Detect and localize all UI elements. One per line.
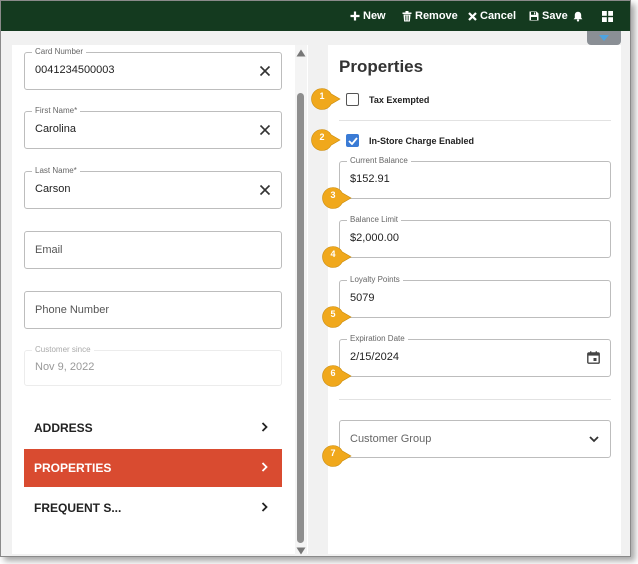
new-button[interactable]: New [350, 8, 386, 24]
first-name-label: First Name* [32, 106, 81, 116]
cancel-label: Cancel [480, 10, 517, 22]
clear-icon[interactable] [259, 184, 271, 196]
bell-icon [573, 11, 583, 22]
callout-marker: 1 [311, 88, 341, 110]
callout-marker: 3 [322, 187, 352, 209]
first-name-field[interactable]: First Name* Carolina [24, 106, 282, 149]
balance-limit-value: $2,000.00 [350, 232, 399, 244]
plus-icon [350, 11, 360, 21]
card-number-label: Card Number [32, 47, 87, 57]
scroll-down-icon[interactable] [296, 547, 306, 555]
balance-limit-field[interactable]: Balance Limit $2,000.00 [339, 215, 611, 258]
callout-number: 7 [330, 448, 336, 458]
chevron-right-icon [261, 462, 268, 472]
divider [339, 399, 611, 400]
callout-marker: 4 [322, 246, 352, 268]
new-label: New [363, 10, 386, 22]
save-button[interactable]: Save [529, 8, 568, 24]
customer-since-value: Nov 9, 2022 [35, 361, 95, 373]
scrollbar-thumb[interactable] [297, 93, 304, 543]
expiration-date-field[interactable]: Expiration Date 2/15/2024 [339, 334, 611, 377]
trash-icon [402, 10, 412, 21]
callout-number: 1 [319, 91, 325, 101]
loyalty-points-field[interactable]: Loyalty Points 5079 [339, 275, 611, 318]
clear-icon[interactable] [259, 124, 271, 136]
current-balance-label: Current Balance [347, 156, 411, 166]
app-window: New Remove Cancel Save Card Number 00412… [0, 0, 631, 557]
callout-number: 5 [330, 309, 336, 319]
phone-number-placeholder: Phone Number [35, 304, 109, 316]
cancel-button[interactable]: Cancel [468, 8, 516, 24]
last-name-value: Carson [35, 183, 71, 195]
instore-charge-label: In-Store Charge Enabled [369, 135, 475, 146]
callout-number: 3 [330, 190, 336, 200]
expiration-date-label: Expiration Date [347, 334, 408, 344]
callout-marker: 2 [311, 129, 341, 151]
calendar-icon[interactable] [587, 351, 600, 364]
customer-since-field: Customer since Nov 9, 2022 [24, 345, 282, 386]
email-placeholder: Email [35, 244, 63, 256]
checkmark-icon [347, 136, 358, 145]
page-title: Properties [339, 57, 424, 76]
collapse-toggle[interactable] [587, 31, 621, 45]
current-balance-field[interactable]: Current Balance $152.91 [339, 156, 611, 199]
nav-item-address[interactable]: ADDRESS [24, 409, 282, 447]
clear-icon[interactable] [259, 65, 271, 77]
instore-charge-checkbox[interactable] [346, 134, 359, 147]
callout-marker: 6 [322, 365, 352, 387]
grid-icon [602, 10, 613, 22]
loyalty-points-label: Loyalty Points [347, 275, 403, 285]
loyalty-points-value: 5079 [350, 292, 375, 304]
apps-button[interactable] [602, 8, 613, 24]
x-icon [468, 11, 477, 21]
first-name-value: Carolina [35, 123, 76, 135]
callout-marker: 5 [322, 306, 352, 328]
last-name-label: Last Name* [32, 166, 80, 176]
current-balance-value: $152.91 [350, 173, 390, 185]
top-toolbar: New Remove Cancel Save [1, 1, 630, 31]
chevron-right-icon [261, 502, 268, 512]
customer-group-placeholder: Customer Group [350, 433, 432, 445]
scroll-up-icon[interactable] [296, 49, 306, 57]
divider [339, 120, 611, 121]
nav-item-frequent-shopper[interactable]: FREQUENT S... [24, 489, 282, 527]
tax-exempted-checkbox[interactable] [346, 93, 359, 106]
callout-number: 6 [330, 368, 336, 378]
balance-limit-label: Balance Limit [347, 215, 402, 225]
expiration-date-value: 2/15/2024 [350, 351, 399, 363]
phone-number-field[interactable]: Phone Number [24, 291, 282, 329]
remove-button[interactable]: Remove [402, 8, 458, 24]
email-field[interactable]: Email [24, 231, 282, 269]
callout-marker: 7 [322, 445, 352, 467]
instore-charge-row: In-Store Charge Enabled [346, 134, 474, 147]
customer-group-select[interactable]: Customer Group [339, 420, 611, 458]
last-name-field[interactable]: Last Name* Carson [24, 166, 282, 209]
card-number-field[interactable]: Card Number 0041234500003 [24, 47, 282, 90]
customer-since-label: Customer since [32, 345, 94, 355]
tax-exempted-label: Tax Exempted [369, 94, 430, 105]
nav-item-properties[interactable]: PROPERTIES [24, 449, 282, 487]
notifications-button[interactable] [573, 8, 583, 24]
tax-exempted-row: Tax Exempted [346, 93, 429, 106]
nav-item-label: FREQUENT S... [34, 501, 122, 515]
nav-item-label: ADDRESS [34, 421, 93, 435]
remove-label: Remove [415, 10, 458, 22]
floppy-icon [529, 11, 539, 21]
caret-down-icon [599, 35, 609, 41]
chevron-right-icon [261, 422, 268, 432]
callout-number: 2 [319, 132, 325, 142]
card-number-value: 0041234500003 [35, 64, 115, 76]
nav-item-label: PROPERTIES [34, 461, 112, 475]
save-label: Save [542, 10, 568, 22]
chevron-down-icon [589, 436, 599, 443]
callout-number: 4 [330, 249, 336, 259]
